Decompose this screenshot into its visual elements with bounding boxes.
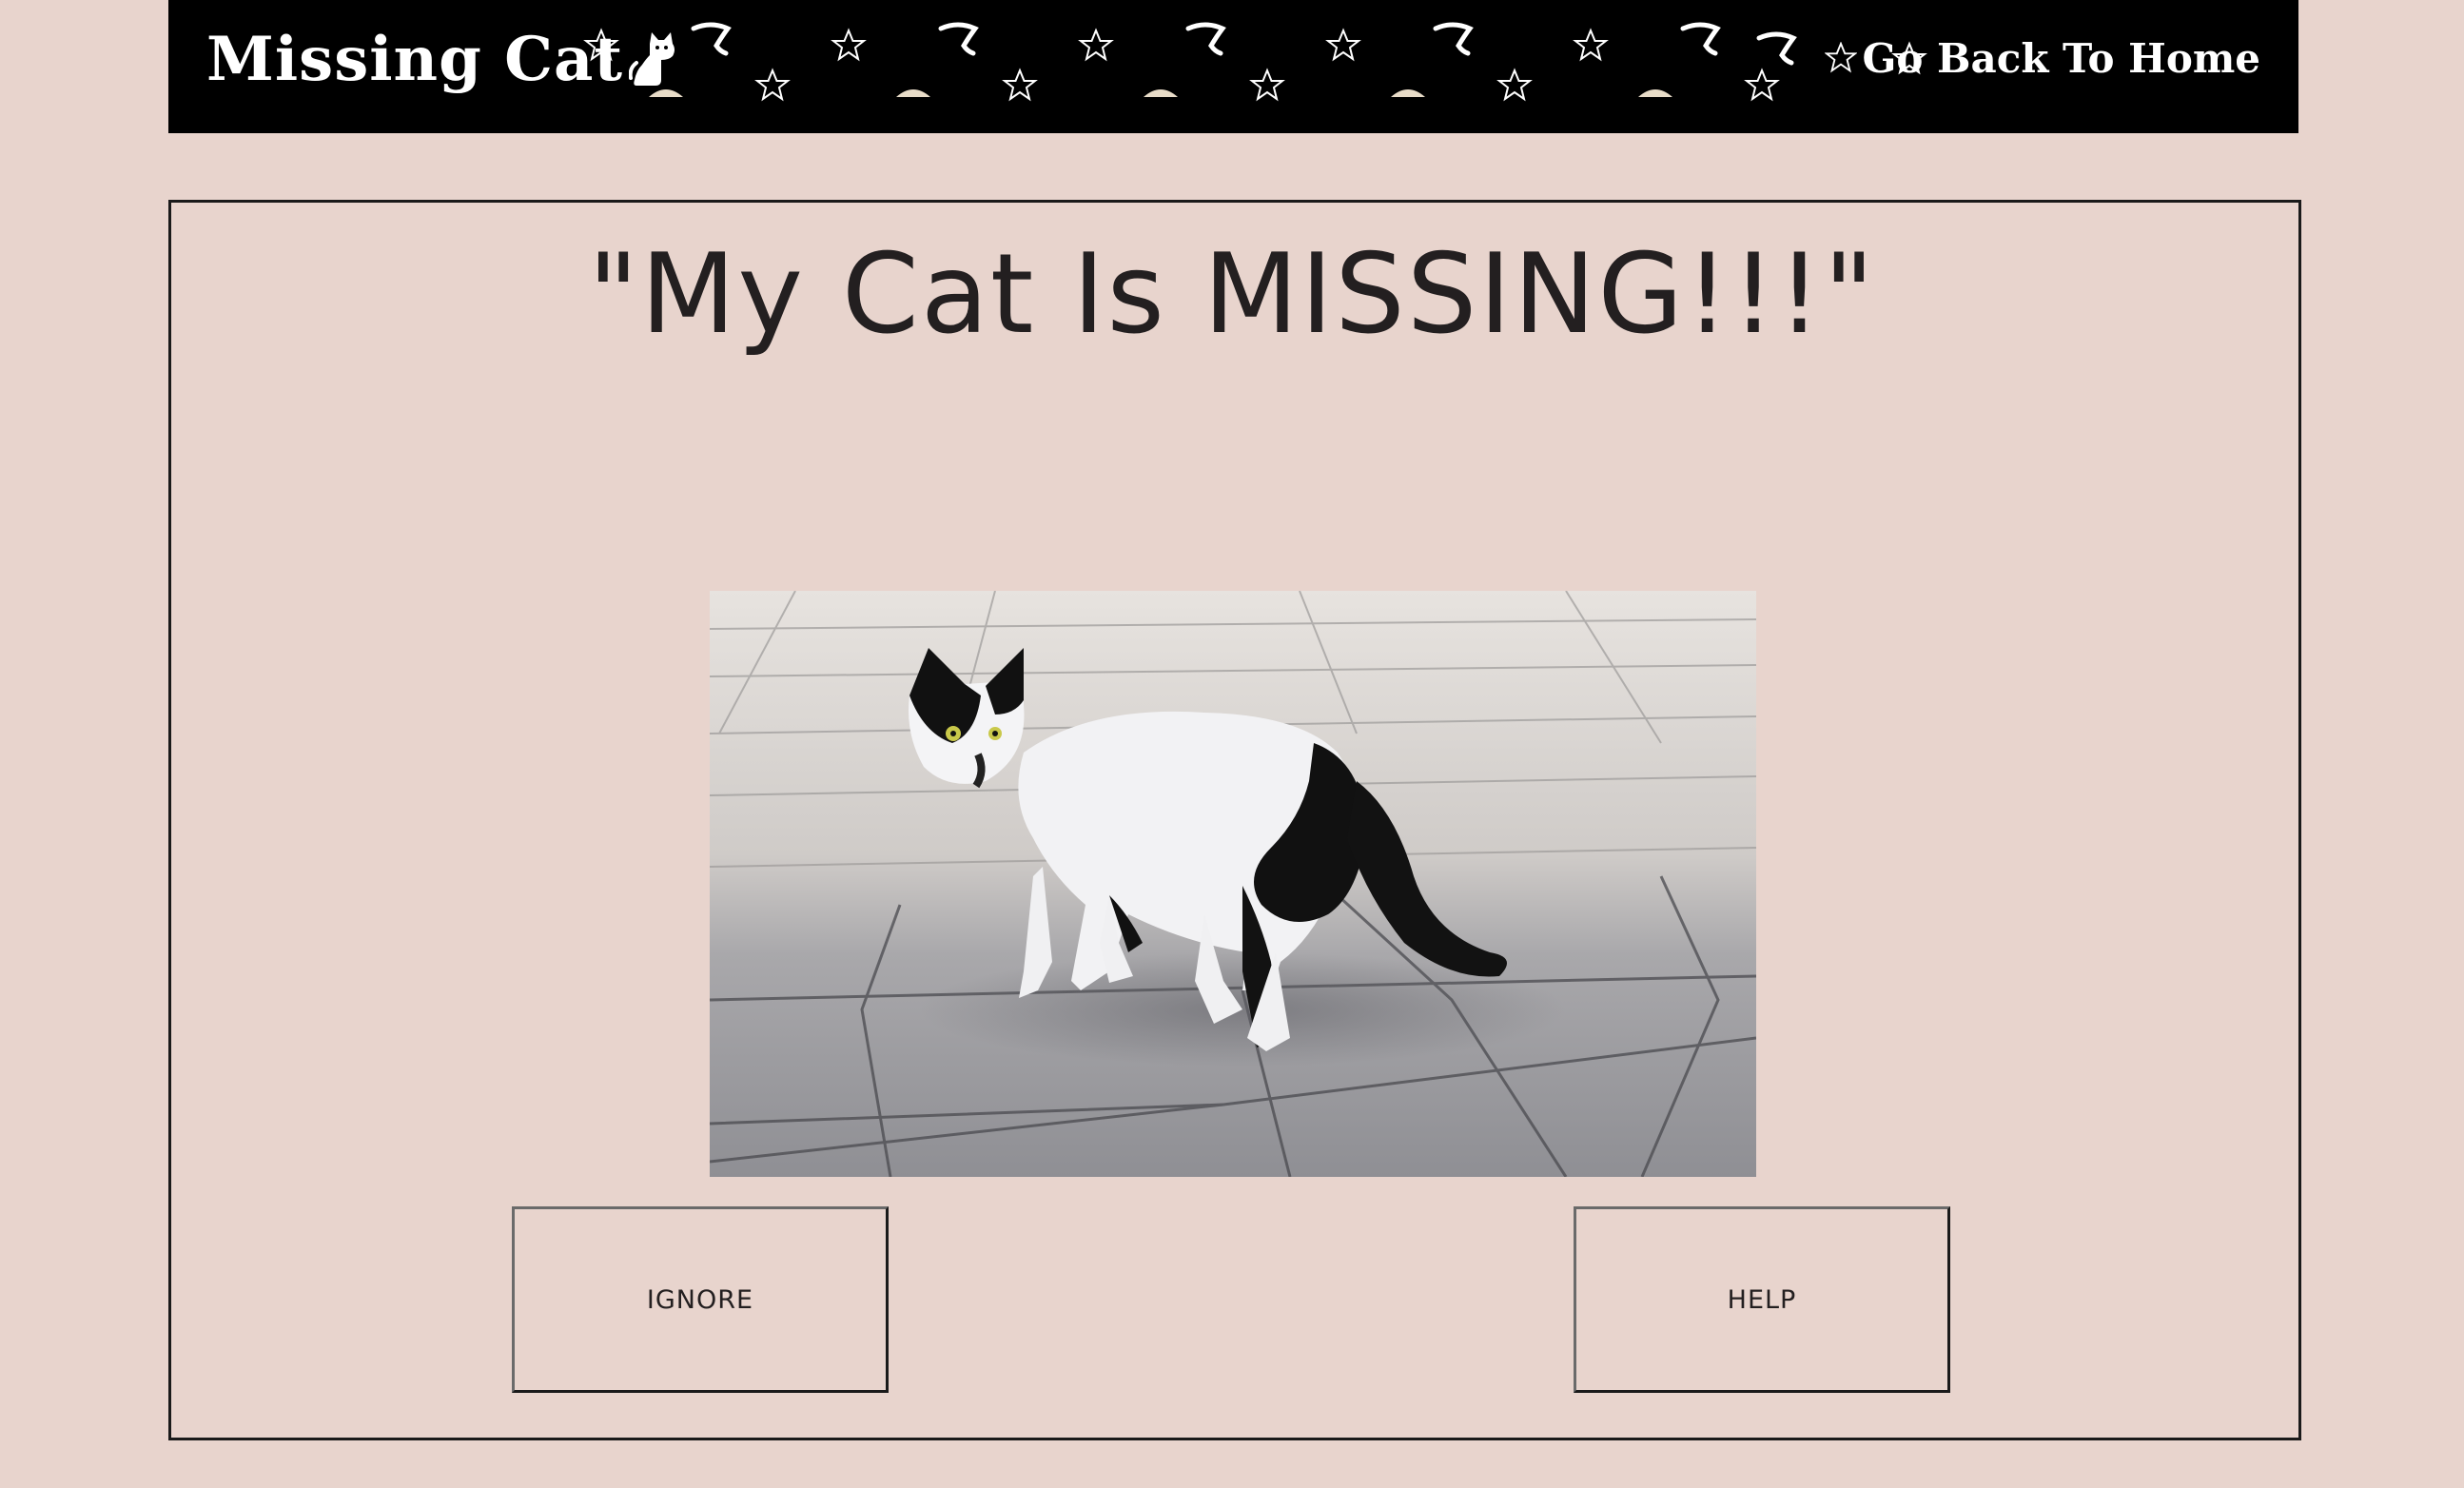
logo-text: Missing Cat: [206, 23, 624, 95]
cat-photo: [710, 591, 1756, 1177]
star-icon: [1824, 42, 1857, 73]
site-logo[interactable]: Missing Cat: [206, 21, 682, 97]
site-header: Missing Cat Go Back To Home: [168, 0, 2298, 133]
cat-icon: [629, 32, 675, 86]
go-back-home-label: Go Back To Home: [1862, 34, 2260, 82]
go-back-home-link[interactable]: Go Back To Home: [1824, 27, 2260, 89]
ignore-button[interactable]: IGNORE: [512, 1206, 889, 1393]
help-button[interactable]: HELP: [1574, 1206, 1950, 1393]
page-title: "My Cat Is MISSING!!!": [587, 230, 1877, 359]
